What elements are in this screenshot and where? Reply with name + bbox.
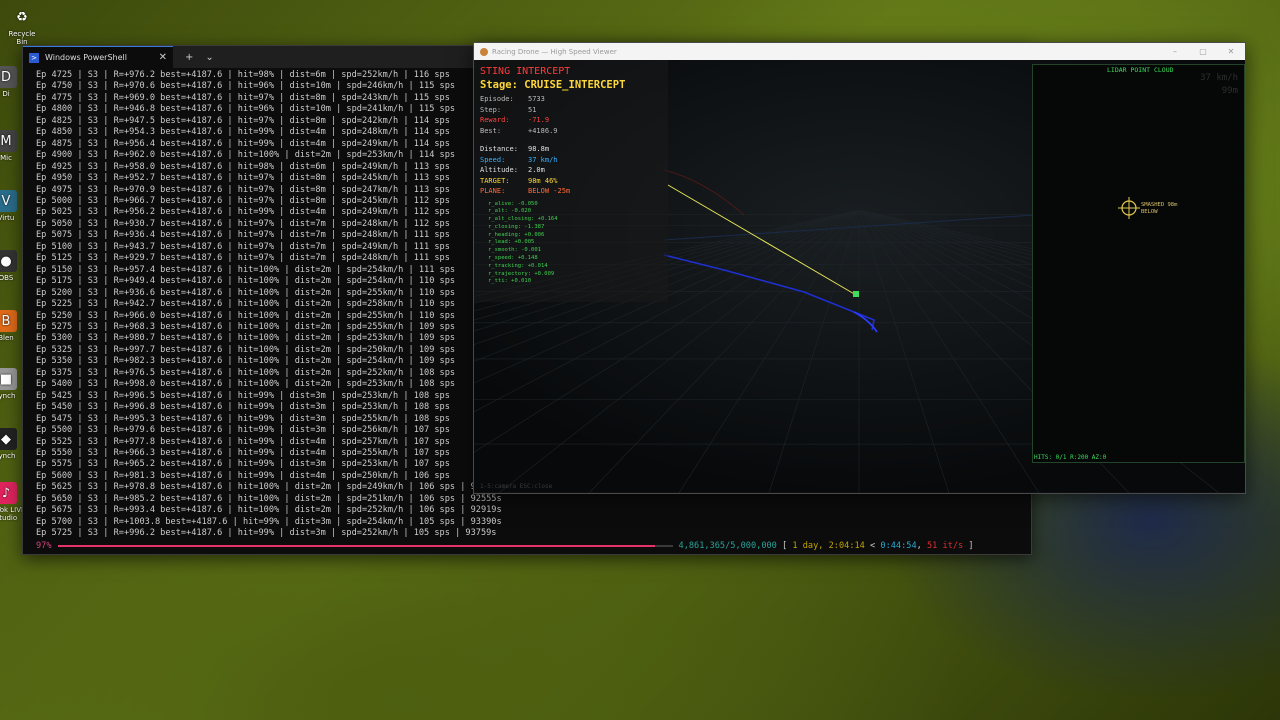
hud-mode: STING INTERCEPT bbox=[480, 66, 571, 77]
hud-episode-stats: Episode: 5733 Step: 51 Reward: -71.9 Best: +418… bbox=[474, 94, 668, 136]
viewer-title: Racing Drone — High Speed Viewer bbox=[492, 47, 617, 56]
drone-marker bbox=[853, 291, 859, 297]
hud-row-label: PLANE: bbox=[480, 187, 506, 195]
progress-elapsed: 1 day, 2:04:14 bbox=[792, 541, 865, 551]
progress-rate: 51 it/s bbox=[927, 541, 964, 551]
reward-term: r_trajectory: +0.009 bbox=[488, 270, 555, 277]
hud-row-value: 37 km/h bbox=[528, 155, 558, 164]
hud-row-value: 51 bbox=[528, 105, 537, 114]
powershell-icon: > bbox=[29, 52, 39, 63]
progress-bar-fill bbox=[57, 545, 656, 547]
close-tab-icon[interactable]: ✕ bbox=[159, 52, 167, 63]
progress-close-bracket: ] bbox=[968, 541, 974, 551]
hud-row-label: Best: bbox=[480, 126, 502, 135]
lidar-ghost-readout: 37 km/h 99m bbox=[1200, 72, 1238, 98]
hud-row-value: -71.9 bbox=[528, 116, 550, 124]
reward-term: r_heading: +0.006 bbox=[488, 231, 545, 238]
desktop-icon[interactable]: ♻ Recycle Bin bbox=[2, 6, 42, 47]
hud-row-label: TARGET: bbox=[480, 176, 510, 185]
hud-row-value: 98.8m bbox=[528, 145, 550, 153]
hud-flight-stats: Distance: 98.8m Speed: 37 km/h Altitude: 2.0m… bbox=[474, 144, 668, 197]
tab-dropdown-icon[interactable]: ⌄ bbox=[205, 52, 213, 63]
lidar-target-label: SMASHED 98m BELOW bbox=[1141, 202, 1177, 216]
crosshair-icon bbox=[1118, 197, 1140, 219]
viewer-titlebar[interactable]: Racing Drone — High Speed Viewer – ▢ ✕ bbox=[474, 43, 1245, 60]
lidar-title: LIDAR POINT CLOUD bbox=[1107, 66, 1174, 74]
telemetry-hud: STING INTERCEPT Stage: CRUISE_INTERCEPT … bbox=[474, 60, 668, 302]
training-progress: 97% 4,861,365/5,000,000 [ 1 day, 2:04:14… bbox=[36, 541, 974, 551]
hud-row-label: Step: bbox=[480, 105, 502, 114]
hud-row: Speed: 37 km/h bbox=[480, 155, 668, 166]
maximize-button[interactable]: ▢ bbox=[1189, 47, 1217, 56]
hud-row: Step: 51 bbox=[480, 105, 668, 116]
close-button[interactable]: ✕ bbox=[1217, 47, 1245, 56]
drone-viewer-window[interactable]: Racing Drone — High Speed Viewer – ▢ ✕ S… bbox=[473, 42, 1246, 494]
desktop-icon-label: Recycle Bin bbox=[8, 30, 36, 46]
reward-term: r_alt_closing: +0.164 bbox=[488, 216, 558, 223]
hud-row-label: Speed: bbox=[480, 155, 506, 164]
hud-row: Altitude: 2.0m bbox=[480, 165, 668, 176]
desktop-app-icon: V bbox=[0, 190, 17, 212]
desktop-app-icon: D bbox=[0, 66, 17, 88]
lidar-footer: HITS: 0/1 R:200 AZ:0 bbox=[1034, 454, 1107, 461]
hud-row-value: +4186.9 bbox=[528, 126, 558, 135]
new-tab-button[interactable]: + bbox=[185, 52, 193, 63]
desktop-app-icon: ♪ bbox=[0, 482, 17, 504]
lidar-speed-ghost: 37 km/h bbox=[1200, 73, 1238, 83]
progress-bar bbox=[57, 545, 673, 547]
minimize-button[interactable]: – bbox=[1161, 47, 1189, 56]
hud-row-label: Reward: bbox=[480, 116, 510, 124]
log-line: Ep 5675 | S3 | R=+993.4 best=+4187.6 | h… bbox=[36, 505, 502, 516]
powershell-tab[interactable]: > Windows PowerShell ✕ bbox=[23, 46, 173, 68]
log-line: Ep 5700 | S3 | R=+1003.8 best=+4187.6 | … bbox=[36, 516, 502, 527]
hud-row: Episode: 5733 bbox=[480, 94, 668, 105]
lidar-alt-ghost: 99m bbox=[1221, 86, 1238, 96]
reward-term: r_alive: -0.050 bbox=[488, 200, 538, 207]
lidar-target-line-2: BELOW bbox=[1141, 209, 1158, 215]
lidar-target-line-1: SMASHED 98m bbox=[1141, 202, 1178, 208]
desktop-app-icon: ● bbox=[0, 250, 17, 272]
hud-row-label: Altitude: bbox=[480, 166, 518, 174]
hud-row: Best: +4186.9 bbox=[480, 126, 668, 137]
hud-row-value: 98m 46% bbox=[528, 176, 558, 185]
hud-row-value: 5733 bbox=[528, 95, 545, 103]
hud-row-label: Distance: bbox=[480, 145, 518, 153]
hud-row: PLANE: BELOW -25m bbox=[480, 186, 668, 197]
desktop-app-icon: ■ bbox=[0, 368, 17, 390]
reward-term: r_tracking: +0.014 bbox=[488, 262, 548, 269]
desktop-app-icon: B bbox=[0, 310, 17, 332]
hud-row: Reward: -71.9 bbox=[480, 115, 668, 126]
lidar-panel: LIDAR POINT CLOUD 37 km/h 99m SMASHED 98… bbox=[1032, 64, 1245, 463]
progress-percent: 97% bbox=[36, 541, 52, 551]
reward-term: r_alt: -0.020 bbox=[488, 208, 532, 215]
hud-row: TARGET: 98m 46% bbox=[480, 176, 668, 187]
keyboard-hint: 1-5:camera ESC:close bbox=[480, 483, 553, 490]
desktop-app-icon: M bbox=[0, 130, 17, 152]
hud-stage: Stage: CRUISE_INTERCEPT bbox=[480, 79, 626, 91]
desktop-app-icon: ◆ bbox=[0, 428, 17, 450]
log-line: Ep 5725 | S3 | R=+996.2 best=+4187.6 | h… bbox=[36, 528, 497, 539]
reward-term: r_speed: +0.148 bbox=[488, 255, 538, 262]
progress-remaining: 0:44:54 bbox=[880, 541, 917, 551]
reward-term: r_tti: +0.010 bbox=[488, 278, 532, 285]
powershell-tab-title: Windows PowerShell bbox=[45, 53, 127, 62]
reward-term: r_lead: +0.005 bbox=[488, 239, 535, 246]
progress-count: 4,861,365/5,000,000 bbox=[678, 541, 777, 551]
reward-term: r_smooth: -0.001 bbox=[488, 247, 541, 254]
desktop-app-icon: ♻ bbox=[16, 9, 28, 25]
hud-row-value: BELOW -25m bbox=[528, 187, 571, 195]
reward-term: r_closing: -1.387 bbox=[488, 223, 545, 230]
app-icon bbox=[480, 47, 488, 56]
hud-row-label: Episode: bbox=[480, 95, 514, 103]
hud-row-value: 2.0m bbox=[528, 166, 545, 174]
log-line: Ep 5650 | S3 | R=+985.2 best=+4187.6 | h… bbox=[36, 493, 502, 504]
hud-row: Distance: 98.8m bbox=[480, 144, 668, 155]
hud-reward-terms: r_alive: -0.050 r_alt: -0.020 r_alt_closin… bbox=[474, 201, 668, 287]
